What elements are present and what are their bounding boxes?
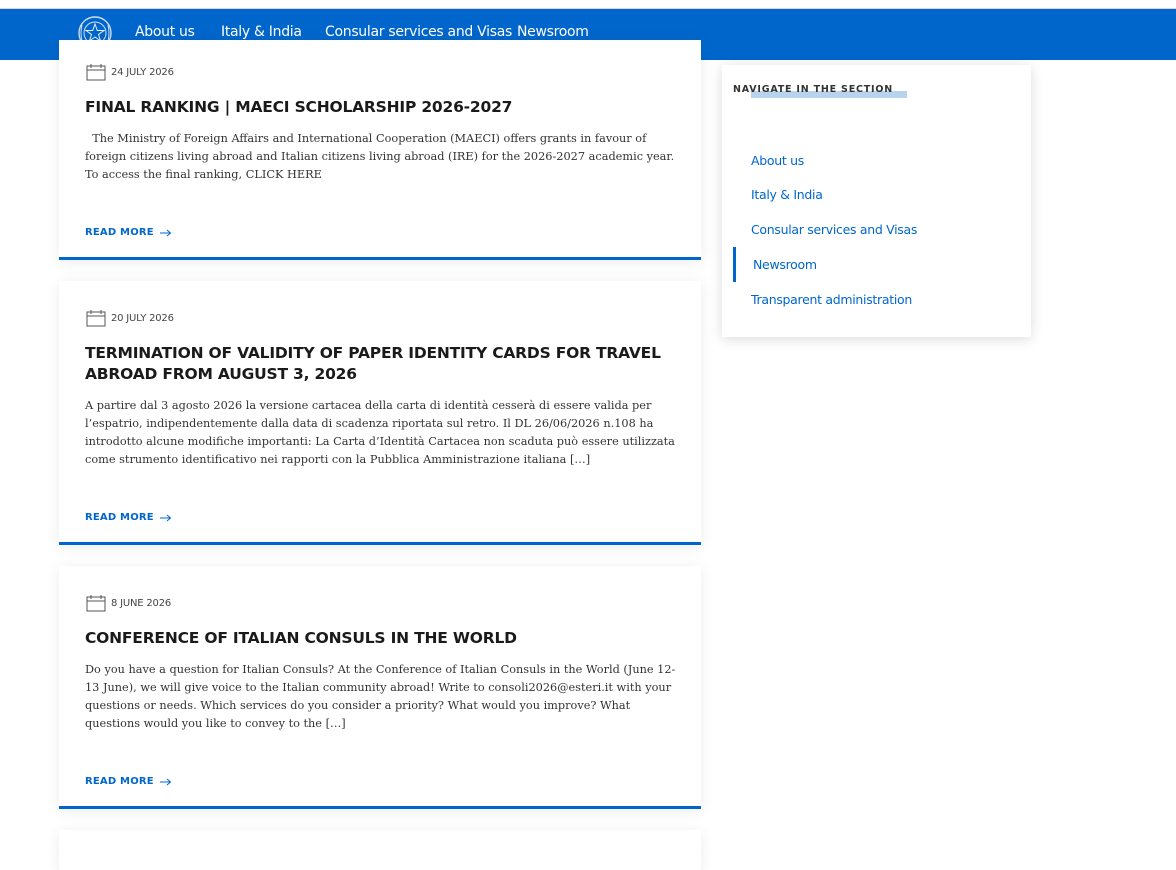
nav-consular-services[interactable]: Consular services and Visas bbox=[325, 24, 512, 40]
active-item-indicator bbox=[733, 247, 736, 282]
article-excerpt: A partire dal 3 agosto 2026 la versione … bbox=[85, 399, 675, 466]
article-card: 24 JULY 2026 FINAL RANKING | MAECI SCHOL… bbox=[59, 40, 701, 260]
article-date-row: 8 JUNE 2026 bbox=[86, 595, 171, 612]
article-card: 20 JULY 2026 TERMINATION OF VALIDITY OF … bbox=[59, 281, 701, 545]
sidebar-item-italy-india[interactable]: Italy & India bbox=[751, 187, 823, 202]
arrow-right-icon bbox=[159, 514, 172, 521]
arrow-right-icon bbox=[159, 229, 172, 236]
article-date: 20 JULY 2026 bbox=[111, 313, 174, 324]
article-title[interactable]: CONFERENCE OF ITALIAN CONSULS IN THE WOR… bbox=[85, 628, 665, 649]
calendar-icon bbox=[86, 310, 106, 327]
article-date: 8 JUNE 2026 bbox=[111, 598, 172, 609]
article-title[interactable]: FINAL RANKING | MAECI SCHOLARSHIP 2026-2… bbox=[85, 97, 665, 118]
nav-italy-india[interactable]: Italy & India bbox=[221, 24, 302, 40]
arrow-right-icon bbox=[159, 778, 172, 785]
nav-about-us[interactable]: About us bbox=[135, 24, 195, 40]
sidebar-item-newsroom[interactable]: Newsroom bbox=[753, 257, 817, 272]
read-more-label: READ MORE bbox=[85, 512, 154, 523]
article-excerpt: The Ministry of Foreign Affairs and Inte… bbox=[85, 132, 678, 181]
read-more-link[interactable]: READ MORE bbox=[85, 227, 172, 238]
section-navigation-panel: NAVIGATE IN THE SECTION About us Italy &… bbox=[722, 65, 1031, 337]
read-more-label: READ MORE bbox=[85, 227, 154, 238]
read-more-link[interactable]: READ MORE bbox=[85, 512, 172, 523]
section-heading: NAVIGATE IN THE SECTION bbox=[733, 84, 893, 95]
article-card: 8 JUNE 2026 CONFERENCE OF ITALIAN CONSUL… bbox=[59, 566, 701, 809]
browser-top-border bbox=[0, 0, 1176, 9]
calendar-icon bbox=[86, 595, 106, 612]
article-card bbox=[59, 830, 701, 870]
article-date: 24 JULY 2026 bbox=[111, 67, 174, 78]
article-title[interactable]: TERMINATION OF VALIDITY OF PAPER IDENTIT… bbox=[85, 343, 665, 385]
nav-newsroom[interactable]: Newsroom bbox=[517, 24, 589, 40]
read-more-label: READ MORE bbox=[85, 776, 154, 787]
sidebar-item-about-us[interactable]: About us bbox=[751, 153, 804, 168]
article-date-row: 20 JULY 2026 bbox=[86, 310, 174, 327]
read-more-link[interactable]: READ MORE bbox=[85, 776, 172, 787]
sidebar-item-consular-services[interactable]: Consular services and Visas bbox=[751, 222, 917, 237]
calendar-icon bbox=[86, 64, 106, 81]
article-date-row: 24 JULY 2026 bbox=[86, 64, 174, 81]
sidebar-item-transparent-administration[interactable]: Transparent administration bbox=[751, 292, 912, 307]
article-excerpt: Do you have a question for Italian Consu… bbox=[85, 663, 676, 730]
